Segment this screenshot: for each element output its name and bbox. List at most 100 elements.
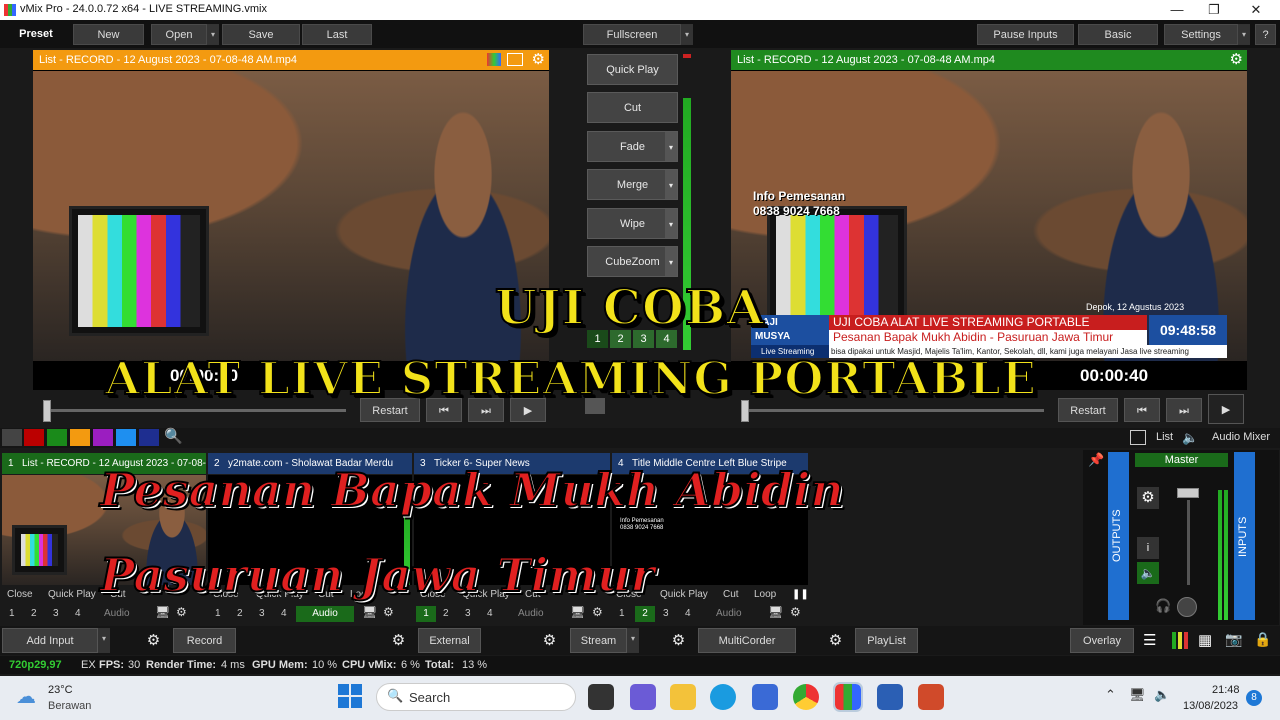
input-3-overlay-2[interactable]: 2 xyxy=(443,606,449,622)
input-1-audio-button[interactable]: Audio xyxy=(104,606,130,622)
filter-green[interactable] xyxy=(47,429,67,446)
wipe-button[interactable]: Wipe ▾ xyxy=(587,208,678,239)
clock-date[interactable]: 13/08/2023 xyxy=(1183,700,1238,712)
playlist-button[interactable]: PlayList xyxy=(855,628,918,653)
monitor-icon[interactable]: 🖥 xyxy=(570,604,585,620)
input-2-overlay-2[interactable]: 2 xyxy=(237,606,243,622)
gear-icon[interactable]: ⚙ xyxy=(176,604,187,620)
filter-navy[interactable] xyxy=(139,429,159,446)
chevron-up-icon[interactable]: ⌃ xyxy=(1105,687,1116,703)
list-label[interactable]: List xyxy=(1156,431,1173,443)
input-2-audio-button[interactable]: Audio xyxy=(296,606,354,622)
cubezoom-dropdown-icon[interactable]: ▾ xyxy=(665,247,677,276)
external-button[interactable]: External xyxy=(418,628,481,653)
input-4-overlay-2[interactable]: 2 xyxy=(635,606,655,622)
gear-icon[interactable]: ⚙ xyxy=(665,628,692,653)
gear-icon[interactable]: ⚙ xyxy=(532,50,545,70)
basic-button[interactable]: Basic xyxy=(1078,24,1158,45)
file-explorer-icon[interactable] xyxy=(670,684,696,710)
grid-icon[interactable]: ▦ xyxy=(1198,631,1212,649)
fullscreen-dropdown-icon[interactable]: ▾ xyxy=(681,24,693,45)
input-4-loop[interactable]: Loop xyxy=(754,587,776,603)
add-input-button[interactable]: Add Input xyxy=(2,628,98,653)
master-volume-handle[interactable] xyxy=(1177,488,1199,498)
headphones-icon[interactable]: 🎧 xyxy=(1155,598,1171,614)
save-button[interactable]: Save xyxy=(222,24,300,45)
outputs-tab[interactable]: OUTPUTS xyxy=(1108,452,1129,620)
gear-icon[interactable]: ⚙ xyxy=(536,628,563,653)
edge-icon[interactable] xyxy=(710,684,736,710)
input-4-cut[interactable]: Cut xyxy=(723,587,739,603)
input-3-overlay-3[interactable]: 3 xyxy=(465,606,471,622)
input-4-pause-icon[interactable]: ❚❚ xyxy=(792,587,809,603)
chrome-icon[interactable] xyxy=(793,684,819,710)
gear-icon[interactable]: ⚙ xyxy=(140,628,167,653)
input-1-close[interactable]: Close xyxy=(7,587,33,603)
merge-button[interactable]: Merge ▾ xyxy=(587,169,678,200)
color-icon[interactable] xyxy=(487,53,501,66)
monitor-icon[interactable]: 🖥 xyxy=(768,604,783,620)
powerpoint-icon[interactable] xyxy=(918,684,944,710)
input-2-overlay-4[interactable]: 4 xyxy=(281,606,287,622)
search-icon[interactable]: 🔍 xyxy=(164,427,183,445)
input-1-overlay-3[interactable]: 3 xyxy=(53,606,59,622)
inputs-tab[interactable]: INPUTS xyxy=(1234,452,1255,620)
gear-icon[interactable]: ⚙ xyxy=(1230,50,1243,70)
input-4-overlay-1[interactable]: 1 xyxy=(619,606,625,622)
store-icon[interactable] xyxy=(752,684,778,710)
input-3-overlay-4[interactable]: 4 xyxy=(487,606,493,622)
gear-icon[interactable]: ⚙ xyxy=(592,604,603,620)
input-4-overlay-4[interactable]: 4 xyxy=(685,606,691,622)
speaker-icon[interactable]: 🔈 xyxy=(1182,430,1198,446)
output-next-icon[interactable]: ⏭ xyxy=(1166,398,1202,422)
gear-icon[interactable]: ⚙ xyxy=(385,628,412,653)
new-button[interactable]: New xyxy=(73,24,144,45)
help-button[interactable]: ? xyxy=(1255,24,1276,45)
gear-icon[interactable]: ⚙ xyxy=(790,604,801,620)
monitor-icon[interactable]: 🖥 xyxy=(362,604,377,620)
filter-blue[interactable] xyxy=(116,429,136,446)
pause-inputs-button[interactable]: Pause Inputs xyxy=(977,24,1074,45)
master-volume-track[interactable] xyxy=(1187,500,1190,585)
input-4-overlay-3[interactable]: 3 xyxy=(663,606,669,622)
input-2-overlay-3[interactable]: 3 xyxy=(259,606,265,622)
overlay-button[interactable]: Overlay xyxy=(1070,628,1134,653)
screen-icon[interactable] xyxy=(507,53,523,66)
input-1-quick-play[interactable]: Quick Play xyxy=(48,587,96,603)
cut-button[interactable]: Cut xyxy=(587,92,678,123)
settings-button[interactable]: Settings xyxy=(1164,24,1238,45)
output-prev-icon[interactable]: ⏮ xyxy=(1124,398,1160,422)
stream-button[interactable]: Stream xyxy=(570,628,627,653)
input-1-overlay-2[interactable]: 2 xyxy=(31,606,37,622)
cubezoom-button[interactable]: CubeZoom ▾ xyxy=(587,246,678,277)
output-video[interactable]: Info Pemesanan 0838 9024 7668 Depok, 12 … xyxy=(731,71,1247,361)
word-icon[interactable] xyxy=(877,684,903,710)
fade-button[interactable]: Fade ▾ xyxy=(587,131,678,162)
quick-play-button[interactable]: Quick Play xyxy=(587,54,678,85)
windows-start-icon[interactable] xyxy=(338,684,362,708)
weather-temp[interactable]: 23°C xyxy=(48,684,73,696)
volume-icon[interactable]: 🔈 xyxy=(1154,687,1170,703)
weather-cloud-icon[interactable]: ☁ xyxy=(16,684,36,709)
input-3-overlay-1[interactable]: 1 xyxy=(416,606,436,622)
minimize-icon[interactable]: — xyxy=(1157,0,1197,20)
record-button[interactable]: Record xyxy=(173,628,236,653)
multicorder-button[interactable]: MultiCorder xyxy=(698,628,796,653)
taskbar-search[interactable]: 🔍 Search xyxy=(376,683,576,711)
last-button[interactable]: Last xyxy=(302,24,372,45)
filter-orange[interactable] xyxy=(70,429,90,446)
close-icon[interactable]: ✕ xyxy=(1236,0,1276,20)
input-1-overlay-4[interactable]: 4 xyxy=(75,606,81,622)
preview-seek-track[interactable] xyxy=(46,409,346,412)
filter-red[interactable] xyxy=(24,429,44,446)
info-icon[interactable]: i xyxy=(1137,537,1159,559)
filter-all[interactable] xyxy=(2,429,22,446)
filter-purple[interactable] xyxy=(93,429,113,446)
task-view-icon[interactable] xyxy=(588,684,614,710)
maximize-icon[interactable]: ❐ xyxy=(1194,0,1234,20)
preview-video[interactable] xyxy=(33,71,549,361)
lock-icon[interactable]: 🔒 xyxy=(1254,631,1271,648)
settings-dropdown-icon[interactable]: ▾ xyxy=(1238,24,1250,45)
mute-speaker-icon[interactable]: 🔈 xyxy=(1137,562,1159,584)
gear-icon[interactable]: ⚙ xyxy=(822,628,849,653)
